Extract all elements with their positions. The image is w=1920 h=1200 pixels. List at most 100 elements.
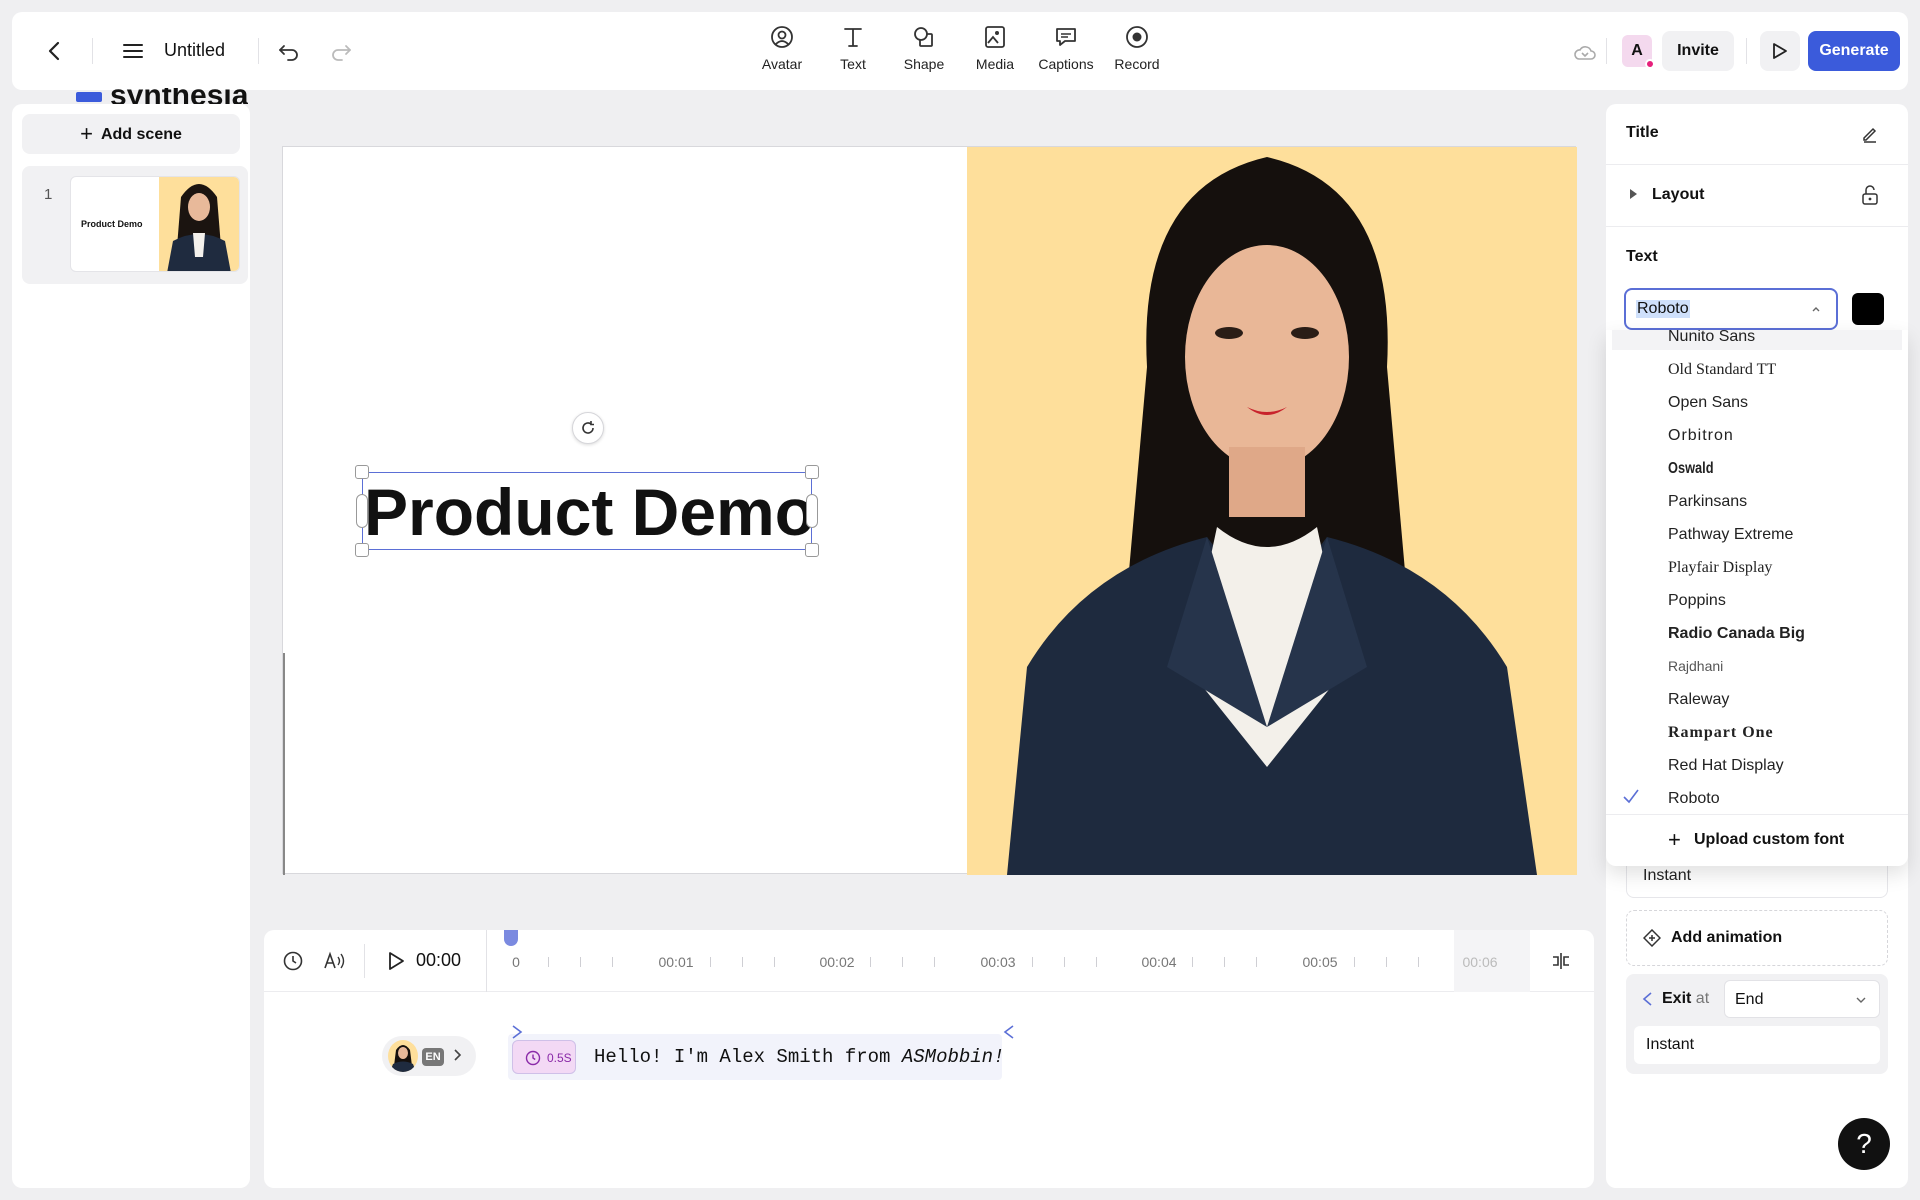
voice-icon[interactable] [322,950,346,972]
back-icon[interactable] [42,38,68,64]
exit-at-text: at [1695,990,1710,1007]
chevron-down-icon [1856,997,1866,1003]
font-option[interactable]: Red Hat Display [1668,757,1784,775]
font-option[interactable]: Open Sans [1668,394,1748,412]
headline-text-box[interactable]: Product Demo [355,465,819,557]
font-option[interactable]: Playfair Display [1668,559,1772,577]
entry-animation-value[interactable]: Instant [1643,867,1691,885]
captions-tool-label: Captions [1038,56,1094,72]
font-option[interactable]: Rajdhani [1668,658,1723,674]
captions-icon [1056,28,1076,46]
record-icon [1126,26,1148,48]
script-text[interactable]: Hello! I'm Alex Smith from ASMobbin! [594,1046,1004,1068]
undo-icon[interactable] [276,38,302,64]
text-color-swatch[interactable] [1852,293,1884,325]
upload-custom-font-button[interactable]: + Upload custom font [1606,814,1908,866]
preview-button[interactable] [1760,31,1800,71]
script-text-emphasis: ASMobbin! [901,1046,1005,1068]
record-tool-label: Record [1114,56,1160,72]
current-time: 00:00 [416,950,462,970]
avatar-tool-button[interactable]: Avatar [746,24,818,80]
resize-handle[interactable] [805,543,819,557]
exit-timing-select[interactable]: End [1724,980,1880,1018]
timeline-panel: 00:00 0 00:01 00:02 00:03 00:04 00:05 00… [264,930,1594,1188]
resize-handle[interactable] [355,543,369,557]
shape-tool-button[interactable]: Shape [888,24,960,80]
avatar-tool-label: Avatar [761,56,803,72]
text-tool-button[interactable]: Text [817,24,889,80]
font-option[interactable]: Parkinsans [1668,493,1747,511]
play-icon[interactable] [386,950,406,972]
scene-thumbnail-title: Product Demo [81,219,143,229]
tick [1354,957,1355,967]
unlock-icon[interactable] [1860,184,1880,206]
menu-icon[interactable] [120,38,146,64]
edit-icon[interactable] [1860,124,1880,144]
redo-icon[interactable] [328,38,354,64]
font-option[interactable]: Nunito Sans [1668,330,1755,346]
font-option[interactable]: Old Standard TT [1668,361,1776,379]
text-tool-label: Text [840,56,866,72]
play-icon [1773,43,1787,59]
generate-button[interactable]: Generate [1808,31,1900,71]
pause-duration: 0.5S [547,1051,572,1065]
record-tool-button[interactable]: Record [1101,24,1173,80]
script-start-marker-icon[interactable] [510,1024,524,1040]
rotate-handle[interactable] [572,412,604,444]
tick [1096,957,1097,967]
avatar-voice-selector[interactable]: EN [382,1036,476,1076]
exit-marker-icon [1642,992,1652,1006]
shape-tool-label: Shape [903,56,945,72]
tick [548,957,549,967]
help-button[interactable]: ? [1838,1118,1890,1170]
invite-button[interactable]: Invite [1662,31,1734,71]
resize-handle[interactable] [356,494,368,528]
media-tool-button[interactable]: Media [959,24,1031,80]
font-option[interactable]: Pathway Extreme [1668,526,1793,544]
playhead[interactable] [504,930,518,946]
pause-chip[interactable]: 0.5S [512,1040,576,1074]
resize-handle[interactable] [355,465,369,479]
exit-animation-value[interactable]: Instant [1634,1026,1880,1064]
exit-label-text: Exit [1662,990,1692,1007]
scene-card[interactable]: 1 Product Demo [22,166,248,284]
font-option[interactable]: Rampart One [1668,724,1774,742]
brand-logo-peek: synthesia [76,88,248,104]
resize-handle[interactable] [806,494,818,528]
top-bar: Untitled Avatar Text Shape Media Caption… [12,12,1908,90]
avatar-icon [771,26,793,48]
exit-label: Exit at [1662,990,1709,1008]
timeline-header: 00:00 0 00:01 00:02 00:03 00:04 00:05 00… [264,930,1594,992]
user-avatar[interactable]: A [1622,35,1655,69]
scenes-panel: + Add scene 1 Product Demo [12,104,250,1188]
font-option[interactable]: Raleway [1668,691,1729,709]
clock-icon[interactable] [282,950,304,972]
font-option[interactable]: Poppins [1668,592,1726,610]
captions-tool-button[interactable]: Captions [1030,24,1102,80]
tick-label: 00:05 [1302,954,1338,970]
fit-timeline-icon[interactable] [1550,950,1572,972]
tick [1032,957,1033,967]
expand-icon[interactable] [1628,188,1638,200]
font-family-select[interactable]: Roboto [1624,288,1838,330]
add-scene-button[interactable]: + Add scene [22,114,240,154]
divider [486,930,487,992]
resize-handle[interactable] [805,465,819,479]
avatar-presenter[interactable] [967,147,1577,875]
font-family-value[interactable]: Roboto [1636,300,1690,318]
font-option-selected[interactable]: Roboto [1668,790,1720,808]
text-section-label: Text [1626,248,1658,265]
font-option[interactable]: Oswald [1668,460,1714,478]
avatar-thumbnail [388,1040,418,1072]
add-animation-button[interactable]: Add animation [1626,910,1888,966]
headline-text[interactable]: Product Demo [363,473,815,549]
script-end-marker-icon[interactable] [1002,1024,1016,1040]
timeline-ruler[interactable]: 0 00:01 00:02 00:03 00:04 00:05 00:06 [496,930,1497,992]
font-option[interactable]: Radio Canada Big [1668,625,1805,643]
project-title[interactable]: Untitled [164,40,225,61]
plus-icon: + [80,121,93,146]
scene-number: 1 [44,186,53,203]
layout-section-label[interactable]: Layout [1652,186,1704,204]
script-block[interactable]: 0.5S Hello! I'm Alex Smith from ASMobbin… [508,1025,1014,1080]
font-option[interactable]: Orbitron [1668,427,1734,445]
